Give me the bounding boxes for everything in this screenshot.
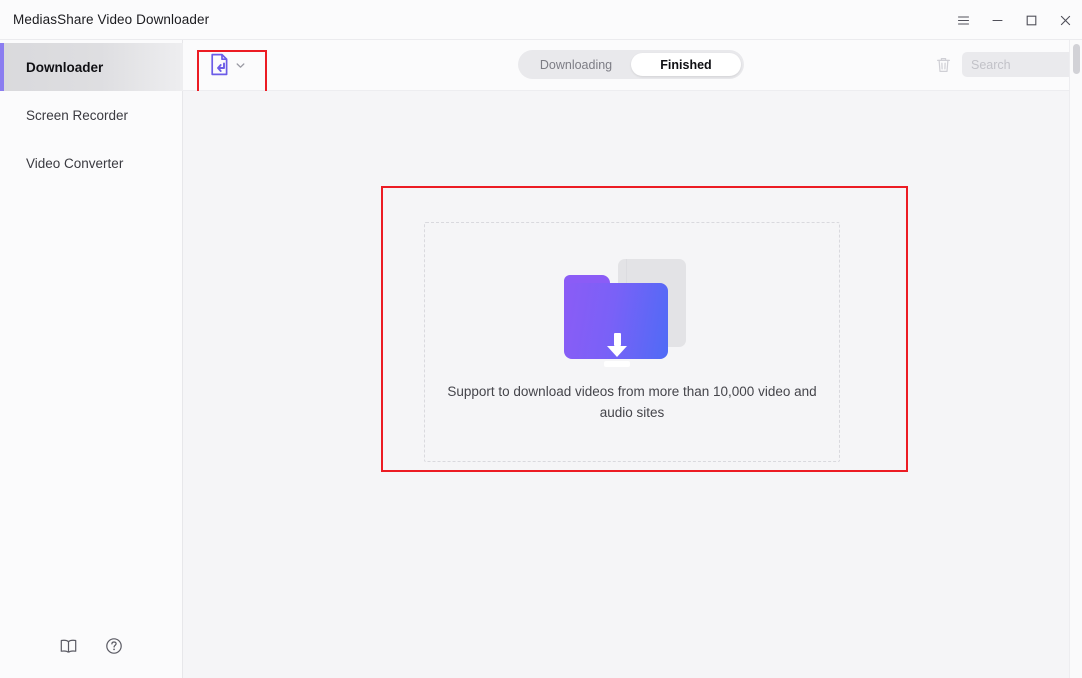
trash-icon (936, 58, 950, 72)
maximize-glyph (1026, 15, 1036, 25)
hamburger-menu-glyph (957, 15, 969, 25)
paste-url-button[interactable] (201, 48, 255, 82)
folder-shape (564, 283, 668, 367)
sidebar-item-label: Downloader (26, 59, 104, 75)
delete-button[interactable] (931, 53, 955, 77)
window-controls (946, 0, 1082, 40)
search-input[interactable] (971, 57, 1065, 72)
sidebar-item-video-converter[interactable]: Video Converter (0, 139, 183, 187)
sidebar-item-screen-recorder[interactable]: Screen Recorder (0, 91, 183, 139)
search-box[interactable] (962, 52, 1074, 77)
sidebar-footer (0, 636, 183, 656)
close-icon[interactable] (1048, 0, 1082, 40)
arrow-stem (613, 333, 621, 346)
hamburger-menu-icon[interactable] (946, 0, 980, 40)
sidebar-item-label: Screen Recorder (26, 107, 129, 123)
app-window: MediasShare Video Downloader Downloader … (0, 0, 1082, 678)
guide-book-icon[interactable] (58, 636, 78, 656)
title-bar: MediasShare Video Downloader (0, 0, 1082, 40)
help-question-glyph (106, 638, 122, 654)
empty-state-dropzone[interactable]: Support to download videos from more tha… (424, 222, 840, 462)
sidebar-item-label: Video Converter (26, 155, 124, 171)
minimize-icon[interactable] (980, 0, 1014, 40)
paste-url-document-icon (211, 53, 228, 76)
maximize-icon[interactable] (1014, 0, 1048, 40)
vertical-scrollbar-thumb[interactable] (1073, 44, 1080, 74)
sidebar: Downloader Screen Recorder Video Convert… (0, 40, 183, 678)
download-folder-illustration (562, 255, 702, 367)
arrow-head (607, 346, 627, 357)
minimize-glyph (991, 19, 1003, 21)
download-arrow-icon (601, 333, 633, 367)
close-glyph (1060, 15, 1070, 25)
tab-finished[interactable]: Finished (631, 53, 741, 76)
chevron-down-icon[interactable] (235, 60, 246, 71)
help-question-icon[interactable] (104, 636, 124, 656)
vertical-scrollbar-track[interactable] (1069, 40, 1082, 678)
content-area: Support to download videos from more tha… (183, 91, 1082, 678)
empty-state-message: Support to download videos from more tha… (447, 384, 817, 420)
download-status-tabs: Downloading Finished (518, 50, 744, 79)
app-title: MediasShare Video Downloader (13, 12, 210, 27)
sidebar-item-downloader[interactable]: Downloader (0, 43, 183, 91)
tab-downloading[interactable]: Downloading (521, 53, 631, 76)
guide-book-glyph (60, 639, 76, 653)
arrow-base-bar (604, 361, 630, 367)
toolbar: Downloading Finished (183, 40, 1082, 95)
sidebar-nav: Downloader Screen Recorder Video Convert… (0, 43, 183, 187)
